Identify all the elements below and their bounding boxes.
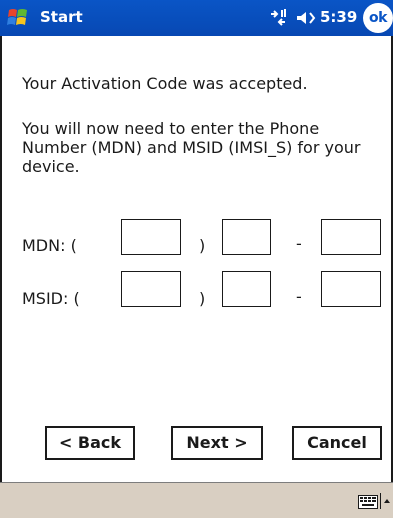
speaker-icon[interactable] (295, 8, 317, 28)
clock[interactable]: 5:39 (320, 8, 357, 26)
mdn-line-number-field[interactable] (321, 219, 381, 255)
back-button[interactable]: < Back (45, 426, 135, 460)
cancel-button[interactable]: Cancel (292, 426, 382, 460)
window-title[interactable]: Start (40, 8, 83, 26)
connectivity-icon[interactable] (267, 8, 289, 28)
msid-close-paren: ) (199, 289, 206, 308)
msid-dash: - (296, 287, 302, 306)
msid-label: MSID: ( (22, 289, 80, 308)
accepted-message: Your Activation Code was accepted. (22, 74, 308, 93)
mdn-dash: - (296, 234, 302, 253)
mdn-close-paren: ) (199, 236, 206, 255)
mdn-area-code-field[interactable] (121, 219, 181, 255)
up-arrow-icon[interactable] (380, 491, 390, 511)
mdn-prefix-field[interactable] (222, 219, 271, 255)
wizard-content: Your Activation Code was accepted. You w… (0, 36, 393, 482)
menu-bar (0, 482, 393, 518)
ok-button[interactable]: ok (363, 3, 393, 33)
keyboard-icon[interactable] (358, 495, 378, 509)
title-bar: Start 5:39 ok (0, 0, 393, 36)
msid-line-number-field[interactable] (321, 271, 381, 307)
mdn-label: MDN: ( (22, 236, 77, 255)
msid-prefix-field[interactable] (222, 271, 271, 307)
windows-flag-icon[interactable] (6, 6, 32, 30)
next-button[interactable]: Next > (171, 426, 263, 460)
instruction-message: You will now need to enter the Phone Num… (22, 119, 361, 176)
msid-area-code-field[interactable] (121, 271, 181, 307)
